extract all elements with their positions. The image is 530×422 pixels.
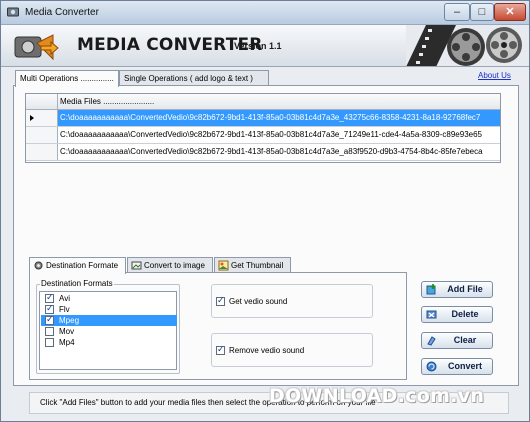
- clear-icon: [427, 336, 436, 346]
- convert-button[interactable]: Convert: [421, 358, 493, 375]
- version-label: Version 1.1: [234, 41, 282, 51]
- format-item-avi[interactable]: Avi: [41, 292, 177, 304]
- minimize-button[interactable]: –: [444, 3, 470, 21]
- row-selector[interactable]: [26, 144, 58, 160]
- app-icon: [7, 7, 19, 17]
- convert-label: Convert: [447, 361, 482, 371]
- clear-label: Clear: [453, 335, 477, 345]
- get-sound-checkbox[interactable]: [216, 295, 225, 306]
- delete-icon: [426, 310, 437, 319]
- clear-button[interactable]: Clear: [421, 332, 493, 349]
- tab-single-operations[interactable]: Single Operations ( add logo & text ): [119, 70, 269, 86]
- destination-formats-list[interactable]: Avi Flv Mpeg Mov Mp4: [39, 291, 177, 370]
- get-sound-option: Get vedio sound: [211, 284, 373, 318]
- watermark-logo: DOWNLOAD.com.vn: [269, 385, 485, 407]
- destination-formats-legend: Destination Formats: [40, 279, 114, 288]
- window-title: Media Converter: [25, 7, 99, 18]
- format-item-flv[interactable]: Flv: [41, 303, 177, 315]
- tab-get-thumbnail[interactable]: Get Thumbnail: [214, 257, 291, 273]
- image-icon: [131, 261, 142, 270]
- title-bar[interactable]: Media Converter – □ ✕: [1, 1, 529, 25]
- about-us-link[interactable]: About Us: [478, 71, 511, 80]
- media-file-path[interactable]: C:\doaaaaaaaaaaa\ConvertedVedio\9c82b672…: [58, 144, 500, 160]
- delete-button[interactable]: Delete: [421, 306, 493, 323]
- media-converter-logo-icon: [14, 34, 59, 61]
- maximize-button[interactable]: □: [470, 3, 494, 21]
- table-row[interactable]: C:\doaaaaaaaaaaa\ConvertedVedio\9c82b672…: [26, 127, 500, 144]
- format-checkbox[interactable]: [45, 292, 54, 303]
- format-item-mov[interactable]: Mov: [41, 326, 177, 337]
- picture-icon: [218, 260, 229, 271]
- current-row-arrow-icon: [30, 115, 34, 121]
- row-selector[interactable]: [26, 127, 58, 143]
- media-file-path[interactable]: C:\doaaaaaaaaaaa\ConvertedVedio\9c82b672…: [58, 127, 500, 143]
- delete-label: Delete: [451, 309, 479, 319]
- table-row[interactable]: C:\doaaaaaaaaaaa\ConvertedVedio\9c82b672…: [26, 110, 500, 127]
- media-files-column-header[interactable]: Media Files .......................: [60, 97, 154, 106]
- table-row[interactable]: C:\doaaaaaaaaaaa\ConvertedVedio\9c82b672…: [26, 144, 500, 161]
- format-checkbox[interactable]: [45, 338, 54, 347]
- format-item-mp4[interactable]: Mp4: [41, 337, 177, 348]
- tab-label: Convert to image: [144, 261, 205, 270]
- format-item-mpeg[interactable]: Mpeg: [41, 314, 177, 326]
- grid-header: Media Files .......................: [26, 94, 500, 110]
- close-button[interactable]: ✕: [494, 3, 526, 21]
- format-label: Mp4: [59, 338, 75, 347]
- remove-sound-option: Remove vedio sound: [211, 333, 373, 367]
- film-reels-icon: [406, 25, 529, 66]
- add-file-label: Add File: [447, 284, 483, 294]
- remove-sound-label[interactable]: Remove vedio sound: [229, 346, 304, 355]
- format-checkbox[interactable]: [45, 327, 54, 336]
- tab-convert-to-image[interactable]: Convert to image: [127, 257, 213, 273]
- get-sound-label[interactable]: Get vedio sound: [229, 297, 287, 306]
- tab-label: Get Thumbnail: [231, 261, 284, 270]
- add-file-button[interactable]: Add File: [421, 281, 493, 298]
- gear-icon: [34, 261, 43, 270]
- add-file-icon: [426, 284, 436, 295]
- row-selector[interactable]: [26, 110, 58, 126]
- tab-label: Destination Formate: [46, 261, 119, 270]
- remove-sound-checkbox[interactable]: [216, 344, 225, 355]
- format-checkbox[interactable]: [45, 303, 54, 314]
- format-label: Avi: [59, 294, 70, 303]
- tab-destination-formate[interactable]: Destination Formate: [29, 257, 126, 274]
- format-label: Mpeg: [59, 316, 80, 325]
- media-file-path[interactable]: C:\doaaaaaaaaaaa\ConvertedVedio\9c82b672…: [58, 110, 500, 126]
- format-label: Flv: [59, 305, 70, 314]
- app-window: Media Converter – □ ✕ MEDIA CONVERTER Ve…: [0, 0, 530, 422]
- format-checkbox[interactable]: [45, 314, 54, 325]
- tab-multi-operations[interactable]: Multi Operations ...............: [15, 70, 119, 87]
- app-header: MEDIA CONVERTER Version 1.1: [1, 25, 529, 67]
- format-label: Mov: [59, 327, 75, 336]
- convert-icon: [426, 361, 437, 372]
- media-files-grid[interactable]: Media Files ....................... C:\d…: [25, 93, 501, 163]
- grid-corner: [26, 94, 58, 110]
